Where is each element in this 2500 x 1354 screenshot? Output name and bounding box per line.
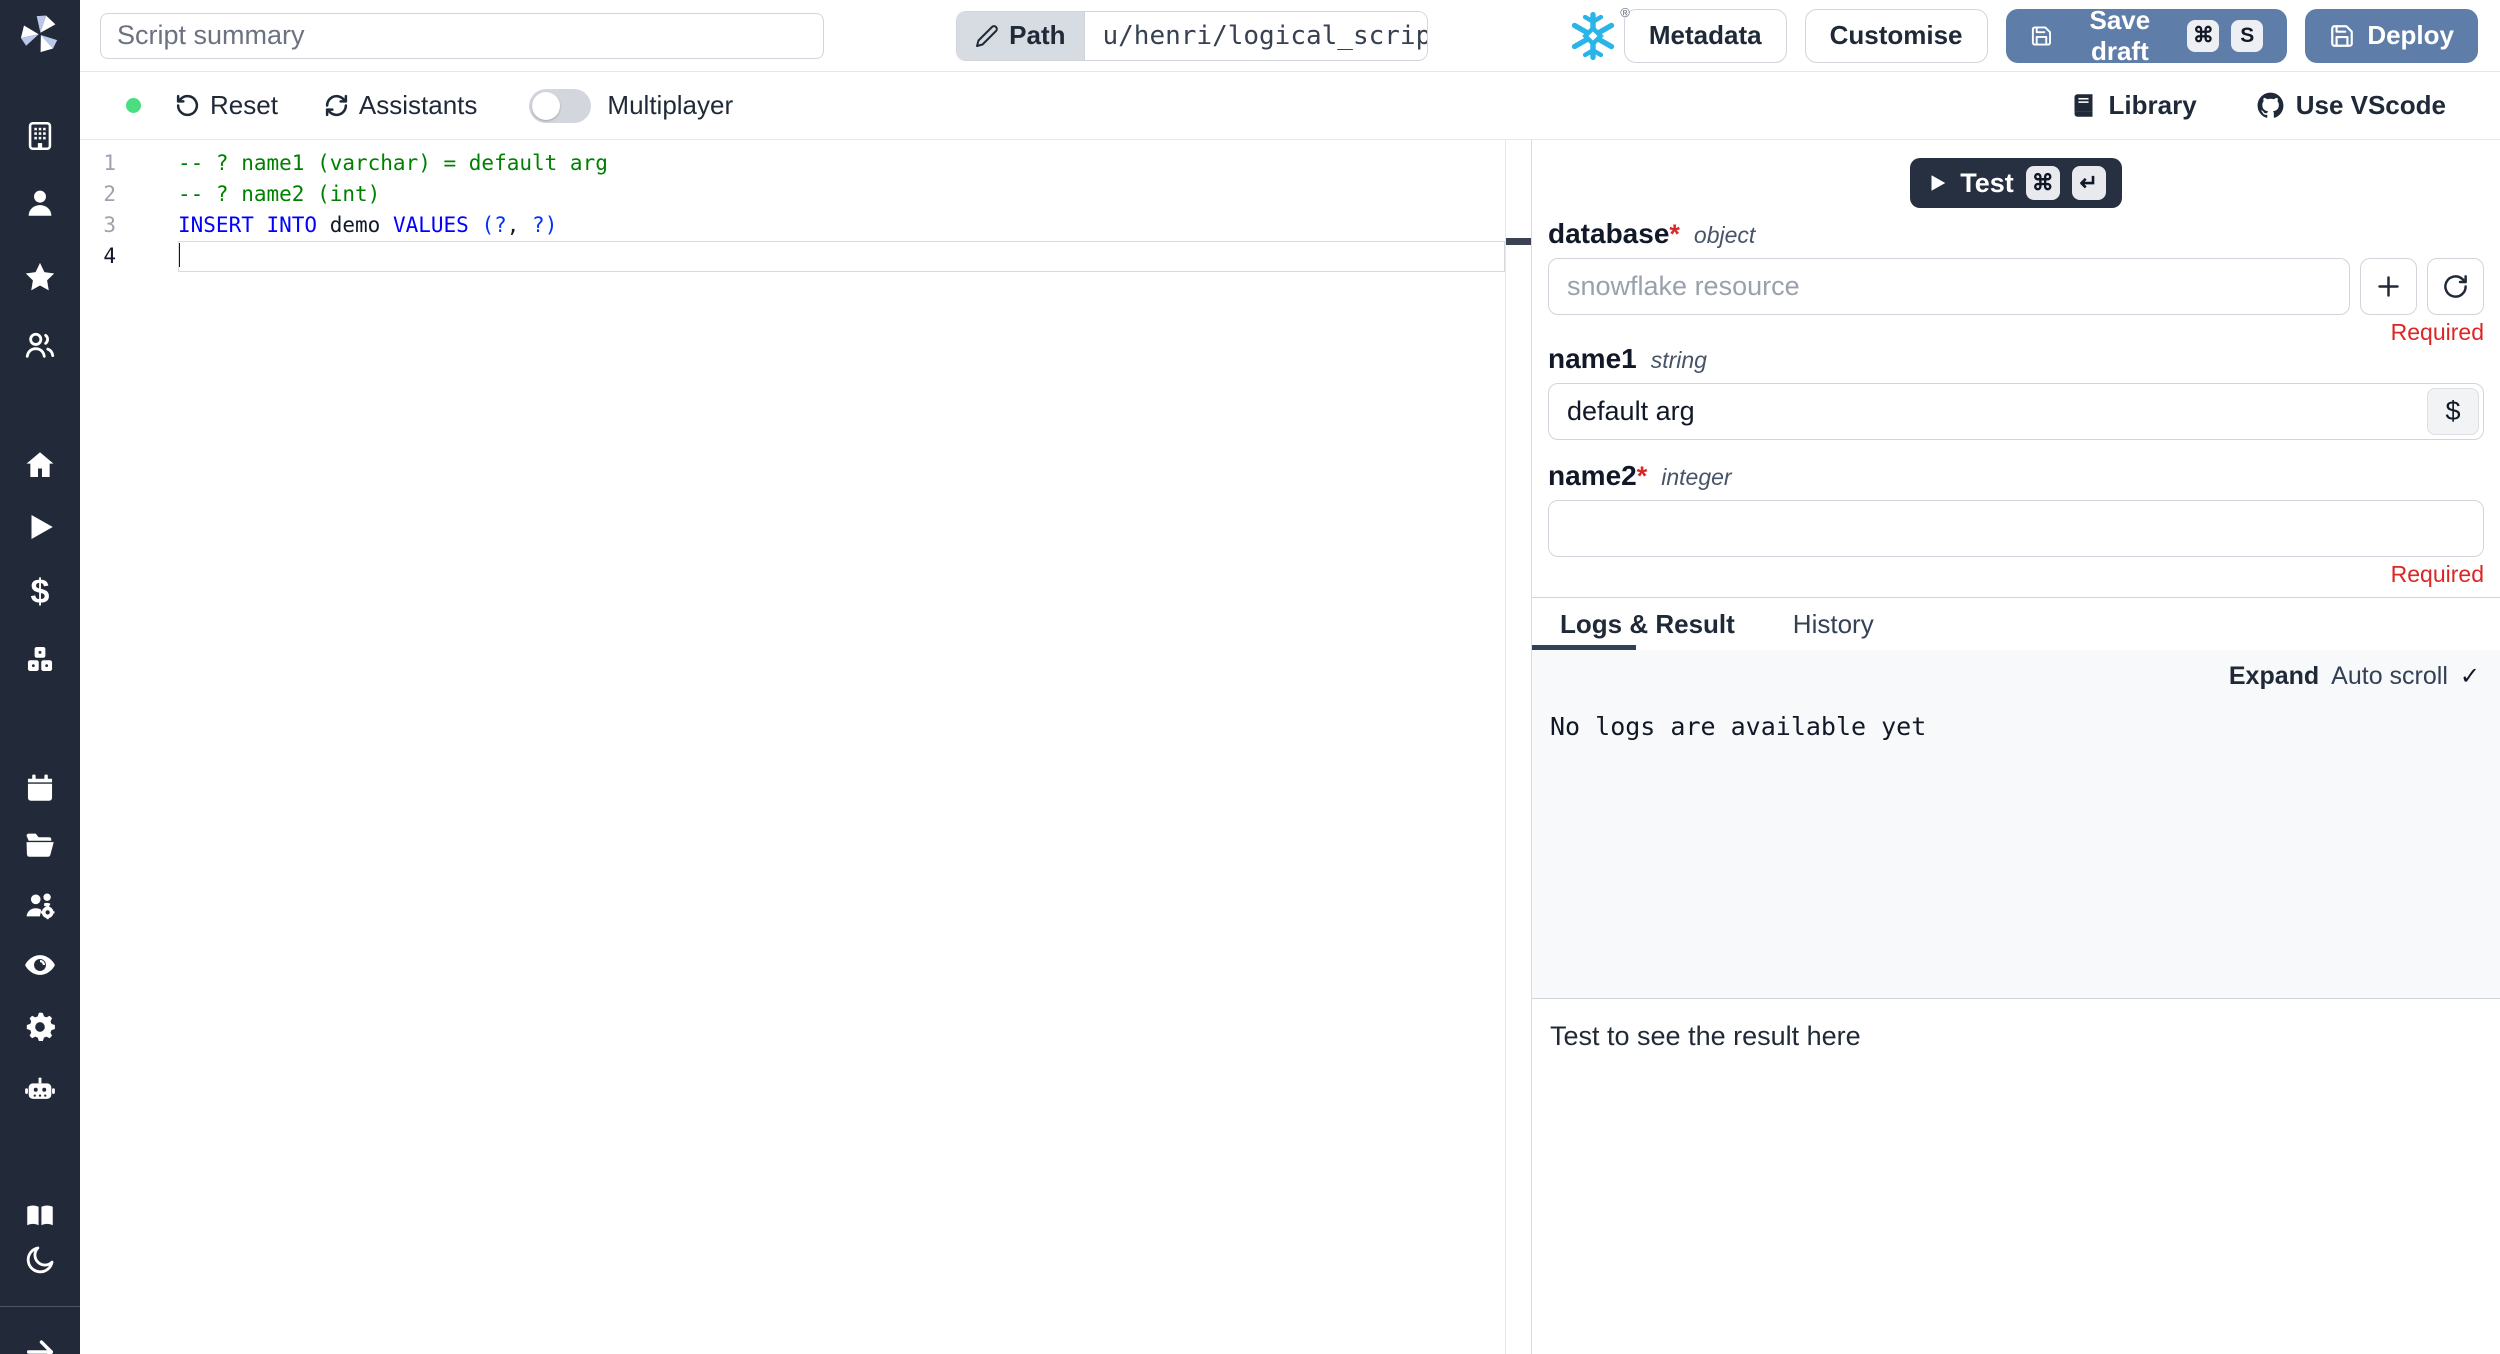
runs-play-icon[interactable] (22, 509, 58, 545)
field-label-name2: name2 * integer (1548, 460, 1732, 491)
line-number: 3 (103, 213, 116, 237)
script-summary-input[interactable] (100, 12, 825, 59)
folders-icon[interactable] (22, 827, 58, 863)
name2-required-label: Required (2390, 561, 2484, 587)
groups-users-cog-icon[interactable] (22, 887, 58, 923)
play-icon (1931, 175, 1946, 191)
add-resource-button[interactable] (2360, 258, 2417, 315)
ai-bot-icon[interactable] (22, 1071, 58, 1107)
rotate-cw-icon (2444, 275, 2467, 298)
database-resource-input[interactable] (1548, 258, 2350, 315)
editor-code[interactable]: -- ? name1 (varchar) = default arg -- ? n… (178, 140, 1505, 1354)
path-group: Path u/henri/logical_script (956, 10, 1428, 61)
user-icon[interactable] (22, 185, 58, 221)
schedules-calendar-icon[interactable] (22, 770, 58, 806)
collapse-arrow-right-icon[interactable] (22, 1334, 58, 1354)
code-line[interactable]: INSERT INTO demo VALUES (?, ?) (178, 210, 1505, 241)
sidebar: $ (0, 0, 80, 1354)
preview-panel: Test ⌘ ↵ database * object snowflake res… (1532, 140, 2500, 1354)
path-label: Path (1009, 20, 1066, 50)
check-icon[interactable]: ✓ (2460, 662, 2480, 691)
name1-input[interactable] (1548, 383, 2484, 440)
refresh-resource-button[interactable] (2427, 258, 2484, 315)
resources-boxes-icon[interactable] (22, 641, 58, 677)
reset-button[interactable]: Reset (175, 90, 278, 121)
save-draft-button[interactable]: Save draft ⌘ S (2005, 5, 2288, 66)
status-dot (126, 98, 141, 113)
code-line[interactable]: -- ? name2 (int) (178, 179, 1505, 210)
users-icon[interactable] (22, 327, 58, 363)
save-icon (2331, 24, 2354, 47)
result-pane: Test to see the result here (1532, 999, 2500, 1354)
metadata-button[interactable]: Metadata (1623, 8, 1787, 63)
field-label-name1: name1 string (1548, 343, 1707, 374)
kbd-enter: ↵ (2071, 166, 2106, 200)
refresh-icon (325, 94, 348, 117)
audit-eye-icon[interactable] (22, 947, 58, 983)
database-required-label: Required (2390, 319, 2484, 345)
code-line[interactable] (178, 241, 1505, 272)
save-icon (2031, 25, 2051, 46)
customise-button[interactable]: Customise (1804, 8, 1988, 63)
use-vscode-button[interactable]: Use VScode (2257, 90, 2446, 121)
snowflake-logo-icon: ® (1566, 5, 1630, 65)
multiplayer-toggle[interactable] (529, 88, 592, 123)
code-line[interactable]: -- ? name1 (varchar) = default arg (178, 148, 1505, 179)
editor-gutter: 1 2 3 4 (80, 140, 178, 1354)
line-number: 4 (103, 244, 116, 268)
autoscroll-label[interactable]: Auto scroll (2331, 662, 2448, 691)
docs-book-open-icon[interactable] (22, 1198, 58, 1234)
path-value[interactable]: u/henri/logical_script (1083, 11, 1427, 60)
name2-input[interactable] (1548, 500, 2484, 557)
editor-overview-ruler[interactable] (1505, 140, 1531, 1354)
result-placeholder: Test to see the result here (1550, 1021, 1861, 1051)
variables-dollar-icon[interactable]: $ (22, 573, 58, 611)
line-number: 1 (103, 151, 116, 175)
logs-empty-message: No logs are available yet (1550, 712, 1927, 741)
kbd-cmd: ⌘ (2025, 166, 2060, 200)
test-button[interactable]: Test ⌘ ↵ (1910, 158, 2122, 208)
deploy-button[interactable]: Deploy (2305, 8, 2478, 63)
home-icon[interactable] (22, 447, 58, 483)
path-edit-button[interactable]: Path (957, 11, 1084, 60)
line-number: 2 (103, 182, 116, 206)
library-button[interactable]: Library (2070, 90, 2197, 121)
template-string-button[interactable]: $ (2427, 388, 2479, 435)
plus-icon (2378, 276, 2399, 297)
rotate-ccw-icon (176, 94, 199, 117)
topbar: Path u/henri/logical_script ® Metadata (80, 0, 2500, 72)
windmill-logo-icon[interactable] (14, 8, 66, 60)
args-form: database * object snowflake resource Req… (1532, 208, 2500, 587)
logs-pane: Expand Auto scroll ✓ No logs are availab… (1532, 650, 2500, 998)
github-icon (2257, 92, 2284, 118)
settings-gear-icon[interactable] (22, 1009, 58, 1045)
field-label-database: database * object (1548, 218, 1756, 249)
book-icon (2074, 94, 2093, 117)
assistants-button[interactable]: Assistants (324, 90, 477, 121)
result-tabs: Logs & Result History (1532, 598, 2500, 650)
multiplayer-label: Multiplayer (607, 90, 734, 120)
tab-history[interactable]: History (1793, 609, 1874, 640)
kbd-cmd: ⌘ (2187, 19, 2220, 52)
editor-toolbar: Reset Assistants Multiplayer Library Use… (80, 72, 2500, 140)
text-cursor (178, 243, 180, 267)
code-editor[interactable]: 1 2 3 4 -- ? name1 (varchar) = default arg -… (80, 140, 1532, 1354)
cursor-position-marker (1506, 238, 1531, 245)
tab-logs-result[interactable]: Logs & Result (1560, 609, 1735, 640)
sidebar-divider (0, 1306, 80, 1307)
kbd-s: S (2231, 19, 2264, 52)
pencil-icon (976, 24, 998, 47)
dark-mode-moon-icon[interactable] (22, 1242, 58, 1278)
expand-logs-button[interactable]: Expand (2229, 662, 2319, 691)
star-icon[interactable] (22, 259, 58, 295)
app-window: $ Script summary Path u/henri/logical_sc… (0, 0, 2500, 1354)
workspace-building-icon[interactable] (22, 118, 58, 154)
